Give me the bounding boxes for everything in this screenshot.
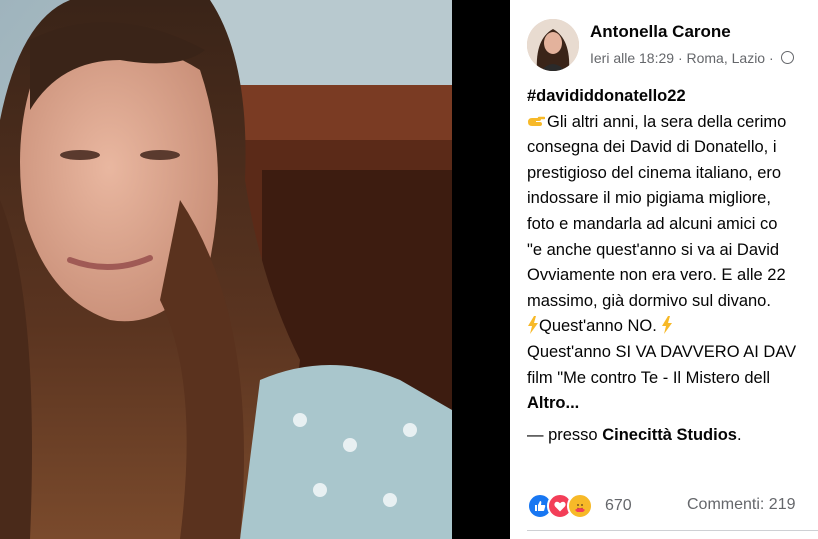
text-line: Ovviamente non era vero. E alle 22 — [527, 266, 786, 285]
text-line-content: Quest'anno NO. — [539, 317, 657, 336]
lightning-icon — [662, 316, 673, 335]
lightning-icon — [528, 316, 538, 335]
text-line: "e anche quest'anno si va ai David — [527, 240, 780, 259]
post-panel: Antonella Carone Ieri alle 18:29 · Roma,… — [510, 0, 818, 539]
post-text: #davididdonatello22 Gli altri anni, la s… — [527, 84, 818, 448]
reaction-count: 670 — [605, 497, 632, 514]
comments-count-link[interactable]: Commenti: 219 — [687, 496, 796, 514]
author-name[interactable]: Antonella Carone — [590, 22, 731, 42]
post-meta: Ieri alle 18:29 · Roma, Lazio · — [590, 50, 794, 66]
hashtag-line: #davididdonatello22 — [527, 84, 818, 110]
photo-viewer-gap — [452, 0, 510, 539]
globe-icon — [780, 51, 794, 64]
selfie-image — [0, 0, 452, 539]
text-line: Quest'anno SI VA DAVVERO AI DAV — [527, 342, 797, 361]
text-line: prestigioso del cinema italiano, ero — [527, 163, 782, 182]
text-line: Gli altri anni, la sera della cerimo — [527, 110, 818, 136]
divider — [527, 530, 818, 531]
pointing-finger-icon — [528, 116, 545, 126]
see-more-link[interactable]: Altro... — [527, 391, 818, 417]
location-suffix: . — [736, 425, 742, 444]
care-icon — [567, 493, 593, 519]
text-line-content: Gli altri anni, la sera della cerimo — [547, 112, 787, 131]
hashtag-link[interactable]: #davididdonatello22 — [527, 87, 686, 105]
location-prefix: — presso — [527, 425, 603, 444]
location-line: — presso Cinecittà Studios. — [527, 423, 818, 449]
post-photo[interactable] — [0, 0, 452, 539]
author-avatar[interactable] — [527, 19, 579, 71]
reactions-summary[interactable]: 670 — [527, 493, 632, 519]
text-line: massimo, già dormivo sul divano. — [527, 291, 771, 310]
text-line: Quest'anno NO. — [527, 314, 818, 340]
location-link[interactable]: Cinecittà Studios — [602, 426, 737, 444]
post-timestamp-location[interactable]: Ieri alle 18:29 · Roma, Lazio · — [590, 50, 774, 66]
text-line: foto e mandarla ad alcuni amici co — [527, 214, 778, 233]
text-line: consegna dei David di Donatello, i — [527, 138, 777, 157]
text-line: film "Me contro Te - Il Mistero dell — [527, 368, 771, 387]
text-line: indossare il mio pigiama migliore, — [527, 189, 771, 208]
